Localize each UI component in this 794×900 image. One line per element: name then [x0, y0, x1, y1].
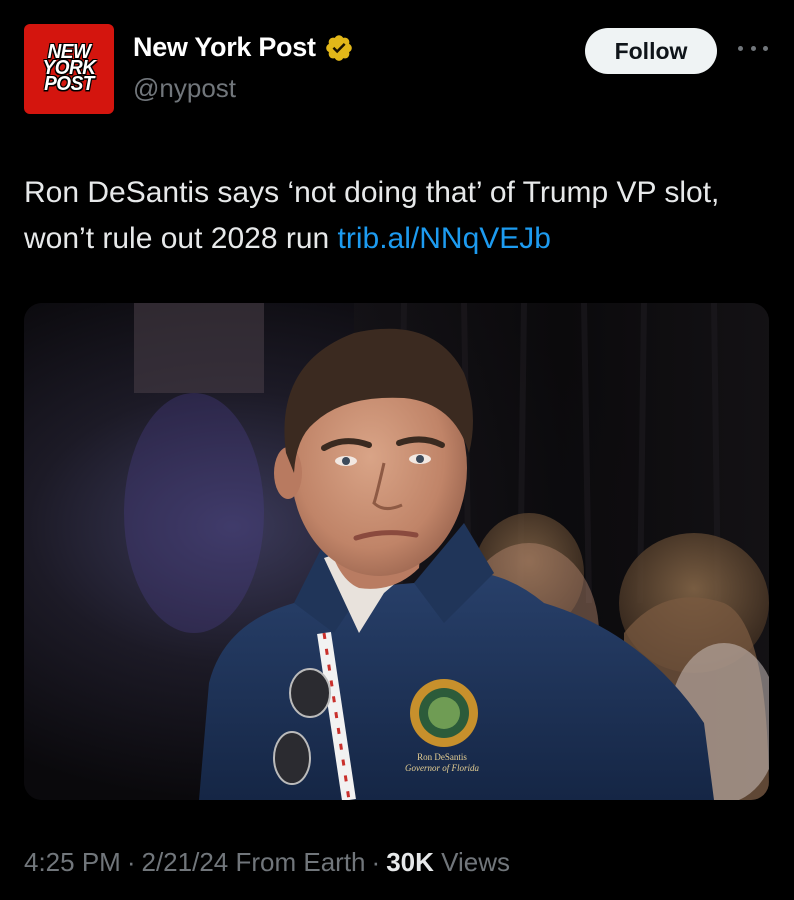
avatar-logo-line: POST	[44, 73, 94, 96]
views-count: 30K	[386, 847, 434, 877]
tweet-date[interactable]: 2/21/24	[142, 847, 229, 877]
more-dot	[763, 45, 768, 51]
follow-button[interactable]: Follow	[585, 28, 717, 74]
tweet-link[interactable]: trib.al/NNqVEJb	[338, 222, 551, 255]
tweet-photo[interactable]: Ron DeSantis Governor of Florida	[24, 303, 769, 800]
views-label: Views	[441, 847, 511, 877]
account-avatar[interactable]: NEW YORK POST	[24, 24, 114, 114]
separator-dot: ·	[126, 847, 136, 877]
account-handle[interactable]: @nypost	[133, 73, 236, 104]
verified-badge-icon	[324, 33, 354, 63]
tweet-meta: 4:25 PM · 2/21/24 From Earth · 30K Views	[24, 847, 510, 878]
seal-name-text: Ron DeSantis	[417, 752, 467, 762]
account-name[interactable]: New York Post	[133, 32, 316, 63]
account-name-row[interactable]: New York Post	[133, 32, 354, 63]
tweet-text: Ron DeSantis says ‘not doing that’ of Tr…	[24, 170, 774, 262]
tweet: NEW YORK POST New York Post @nypost Foll…	[0, 0, 794, 900]
more-dot	[738, 45, 743, 51]
separator-dot: ·	[371, 847, 381, 877]
more-options-icon[interactable]	[738, 38, 768, 58]
seal-title-text: Governor of Florida	[405, 763, 479, 773]
more-dot	[750, 45, 756, 51]
tweet-time[interactable]: 4:25 PM	[24, 847, 121, 877]
photo-illustration: Ron DeSantis Governor of Florida	[24, 303, 769, 800]
tweet-source: From Earth	[235, 847, 366, 877]
